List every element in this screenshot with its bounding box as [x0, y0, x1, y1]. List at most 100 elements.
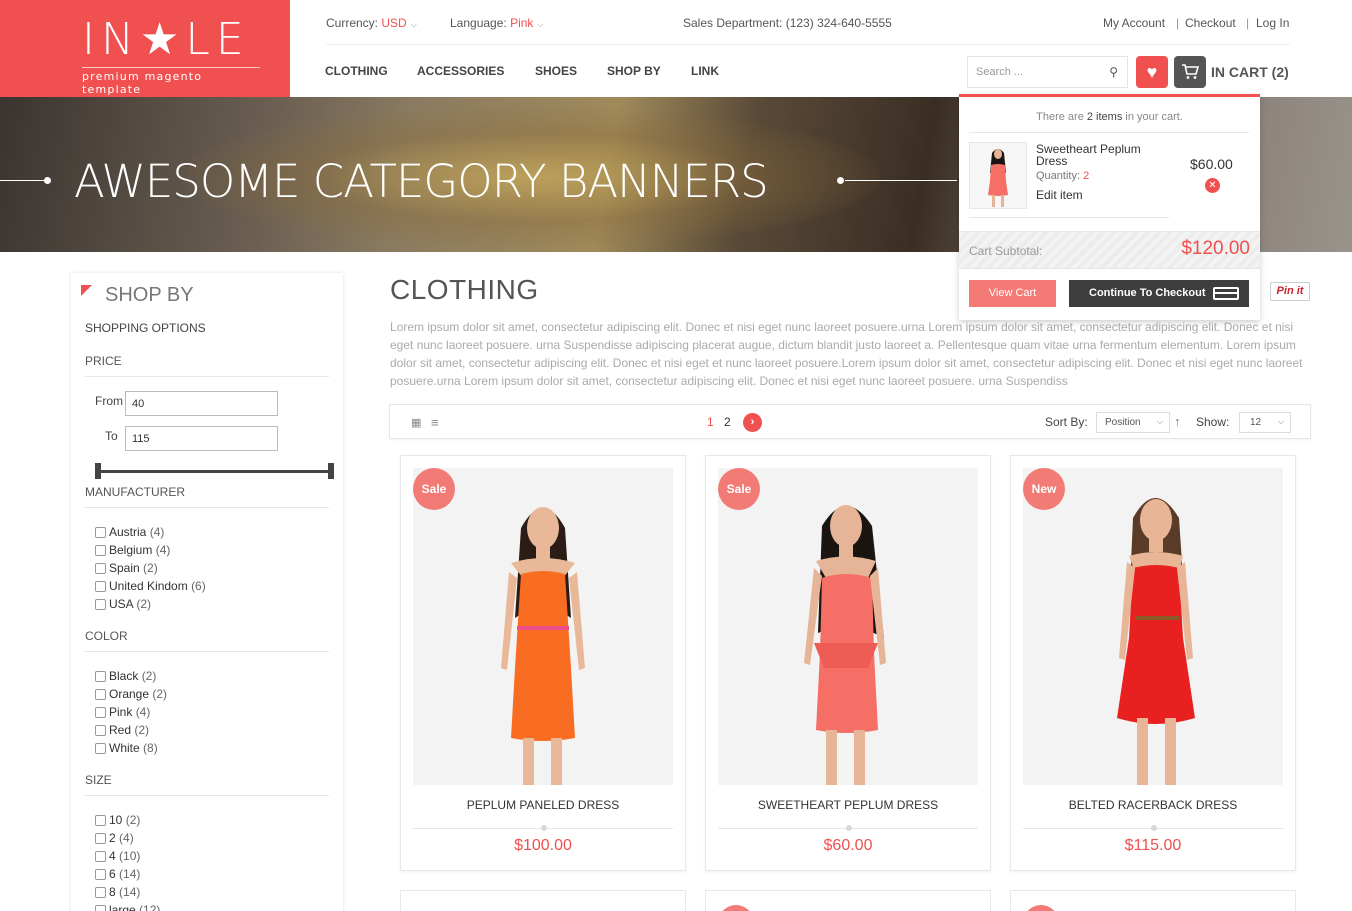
search-icon[interactable]: ⚲: [1109, 65, 1118, 79]
chevron-down-icon: ⌵: [1156, 417, 1163, 426]
checkbox[interactable]: [95, 743, 106, 754]
product-dress: [511, 571, 575, 741]
layered-navigation-sidebar: SHOP BY SHOPPING OPTIONS PRICE From 40 T…: [71, 273, 343, 911]
checkbox[interactable]: [95, 707, 106, 718]
currency-selector[interactable]: Currency: USD ⌵: [326, 16, 417, 30]
filter-option[interactable]: Spain (2): [95, 561, 158, 575]
language-label: Language:: [450, 16, 507, 30]
sort-direction-icon[interactable]: ↑: [1174, 414, 1181, 429]
product-name[interactable]: BELTED RACERBACK DRESS: [1011, 798, 1295, 812]
next-page-button[interactable]: ›: [743, 413, 762, 432]
checkbox[interactable]: [95, 725, 106, 736]
checkbox[interactable]: [95, 545, 106, 556]
checkbox[interactable]: [95, 527, 106, 538]
product-card[interactable]: Sale SWEETHEART PEPLUM DRESS $60.00: [705, 455, 991, 871]
product-image[interactable]: [413, 468, 673, 785]
filter-option[interactable]: 2 (4): [95, 831, 134, 845]
page-2-link[interactable]: 2: [724, 415, 731, 429]
grid-view-icon[interactable]: ▦: [411, 416, 421, 429]
product-name[interactable]: SWEETHEART PEPLUM DRESS: [706, 798, 990, 812]
cart-item-thumbnail[interactable]: [969, 142, 1027, 209]
checkbox[interactable]: [95, 689, 106, 700]
filter-option[interactable]: Orange (2): [95, 687, 167, 701]
filter-option[interactable]: United Kindom (6): [95, 579, 206, 593]
checkbox[interactable]: [95, 887, 106, 898]
product-card[interactable]: [1010, 890, 1296, 911]
filter-option[interactable]: Red (2): [95, 723, 149, 737]
filter-option[interactable]: 10 (2): [95, 813, 140, 827]
checkout-label: Continue To Checkout: [1089, 287, 1206, 299]
filter-option[interactable]: 8 (14): [95, 885, 140, 899]
subtotal-value: $120.00: [1181, 238, 1250, 259]
price-from-input[interactable]: 40: [125, 391, 278, 416]
model-figure: [988, 149, 1008, 207]
product-image[interactable]: [718, 468, 978, 785]
checkbox[interactable]: [95, 563, 106, 574]
sale-badge: [718, 905, 754, 911]
filter-option[interactable]: White (8): [95, 741, 158, 755]
filter-option[interactable]: Black (2): [95, 669, 156, 683]
checkbox[interactable]: [95, 869, 106, 880]
show-limit-select[interactable]: 12 ⌵: [1239, 412, 1291, 433]
filter-option[interactable]: Pink (4): [95, 705, 150, 719]
pinterest-pin-button[interactable]: Pin it: [1270, 282, 1310, 301]
model-figure: [413, 468, 673, 785]
product-name[interactable]: PEPLUM PANELED DRESS: [401, 798, 685, 812]
price-slider-max-handle[interactable]: [328, 463, 334, 479]
price-slider-min-handle[interactable]: [95, 463, 101, 479]
product-card[interactable]: New BELTED RACERBACK DRESS $115.00: [1010, 455, 1296, 871]
logo[interactable]: IN★LE premium magento template: [0, 0, 290, 97]
search-input[interactable]: Search ... ⚲: [967, 56, 1128, 88]
checkbox[interactable]: [95, 833, 106, 844]
currency-label: Currency:: [326, 16, 379, 30]
filter-option[interactable]: 6 (14): [95, 867, 140, 881]
nav-item-link[interactable]: LINK: [691, 64, 719, 78]
product-card[interactable]: [705, 890, 991, 911]
cart-item-price: $60.00: [1190, 156, 1233, 172]
checkout-link[interactable]: Checkout: [1185, 16, 1236, 30]
edit-item-link[interactable]: Edit item: [1036, 188, 1083, 202]
in-cart-label[interactable]: IN CART (2): [1211, 64, 1289, 80]
new-badge: New: [1023, 468, 1065, 510]
language-selector[interactable]: Language: Pink ⌵: [450, 16, 544, 30]
filter-option[interactable]: USA (2): [95, 597, 151, 611]
price-slider-track[interactable]: [97, 470, 333, 473]
list-view-icon[interactable]: ≡: [431, 415, 439, 430]
checkbox[interactable]: [95, 581, 106, 592]
checkbox[interactable]: [95, 905, 106, 911]
nav-item-accessories[interactable]: ACCESSORIES: [417, 64, 504, 78]
checkbox[interactable]: [95, 599, 106, 610]
checkbox[interactable]: [95, 851, 106, 862]
brand-name: IN★LE: [82, 14, 250, 65]
nav-item-clothing[interactable]: CLOTHING: [325, 64, 388, 78]
checkbox[interactable]: [95, 815, 106, 826]
nav-item-shoes[interactable]: SHOES: [535, 64, 577, 78]
product-price: $60.00: [823, 837, 873, 854]
price-to-input[interactable]: 115: [125, 426, 278, 451]
cart-button[interactable]: [1174, 56, 1206, 88]
filter-option[interactable]: large (12): [95, 903, 160, 911]
login-link[interactable]: Log In: [1256, 16, 1289, 30]
star-icon: ★: [139, 14, 186, 65]
continue-to-checkout-button[interactable]: Continue To Checkout: [1069, 280, 1249, 307]
mini-cart-dropdown: There are 2 items in your cart. Sweethea…: [959, 94, 1260, 320]
product-card[interactable]: Sale PEPLUM PANELED DRESS $100.00: [400, 455, 686, 871]
sort-by-select[interactable]: Position ⌵: [1096, 412, 1170, 433]
sale-badge: [1023, 905, 1059, 911]
nav-item-shop-by[interactable]: SHOP BY: [607, 64, 661, 78]
product-card[interactable]: [400, 890, 686, 911]
remove-item-icon[interactable]: ✕: [1205, 178, 1220, 193]
product-image[interactable]: [1023, 468, 1283, 785]
filter-option[interactable]: Belgium (4): [95, 543, 170, 557]
view-cart-button[interactable]: View Cart: [969, 280, 1056, 307]
checkbox[interactable]: [95, 671, 106, 682]
page-1-link[interactable]: 1: [707, 415, 714, 429]
wishlist-heart-button[interactable]: ♥: [1136, 56, 1168, 88]
my-account-link[interactable]: My Account: [1103, 16, 1165, 30]
filter-option[interactable]: 4 (10): [95, 849, 140, 863]
sale-badge: Sale: [718, 468, 760, 510]
filter-option[interactable]: Austria (4): [95, 525, 164, 539]
cart-item-name[interactable]: Sweetheart Peplum Dress: [1036, 143, 1156, 167]
brand-tagline: premium magento template: [82, 67, 260, 96]
show-limit-value: 12: [1250, 417, 1262, 428]
